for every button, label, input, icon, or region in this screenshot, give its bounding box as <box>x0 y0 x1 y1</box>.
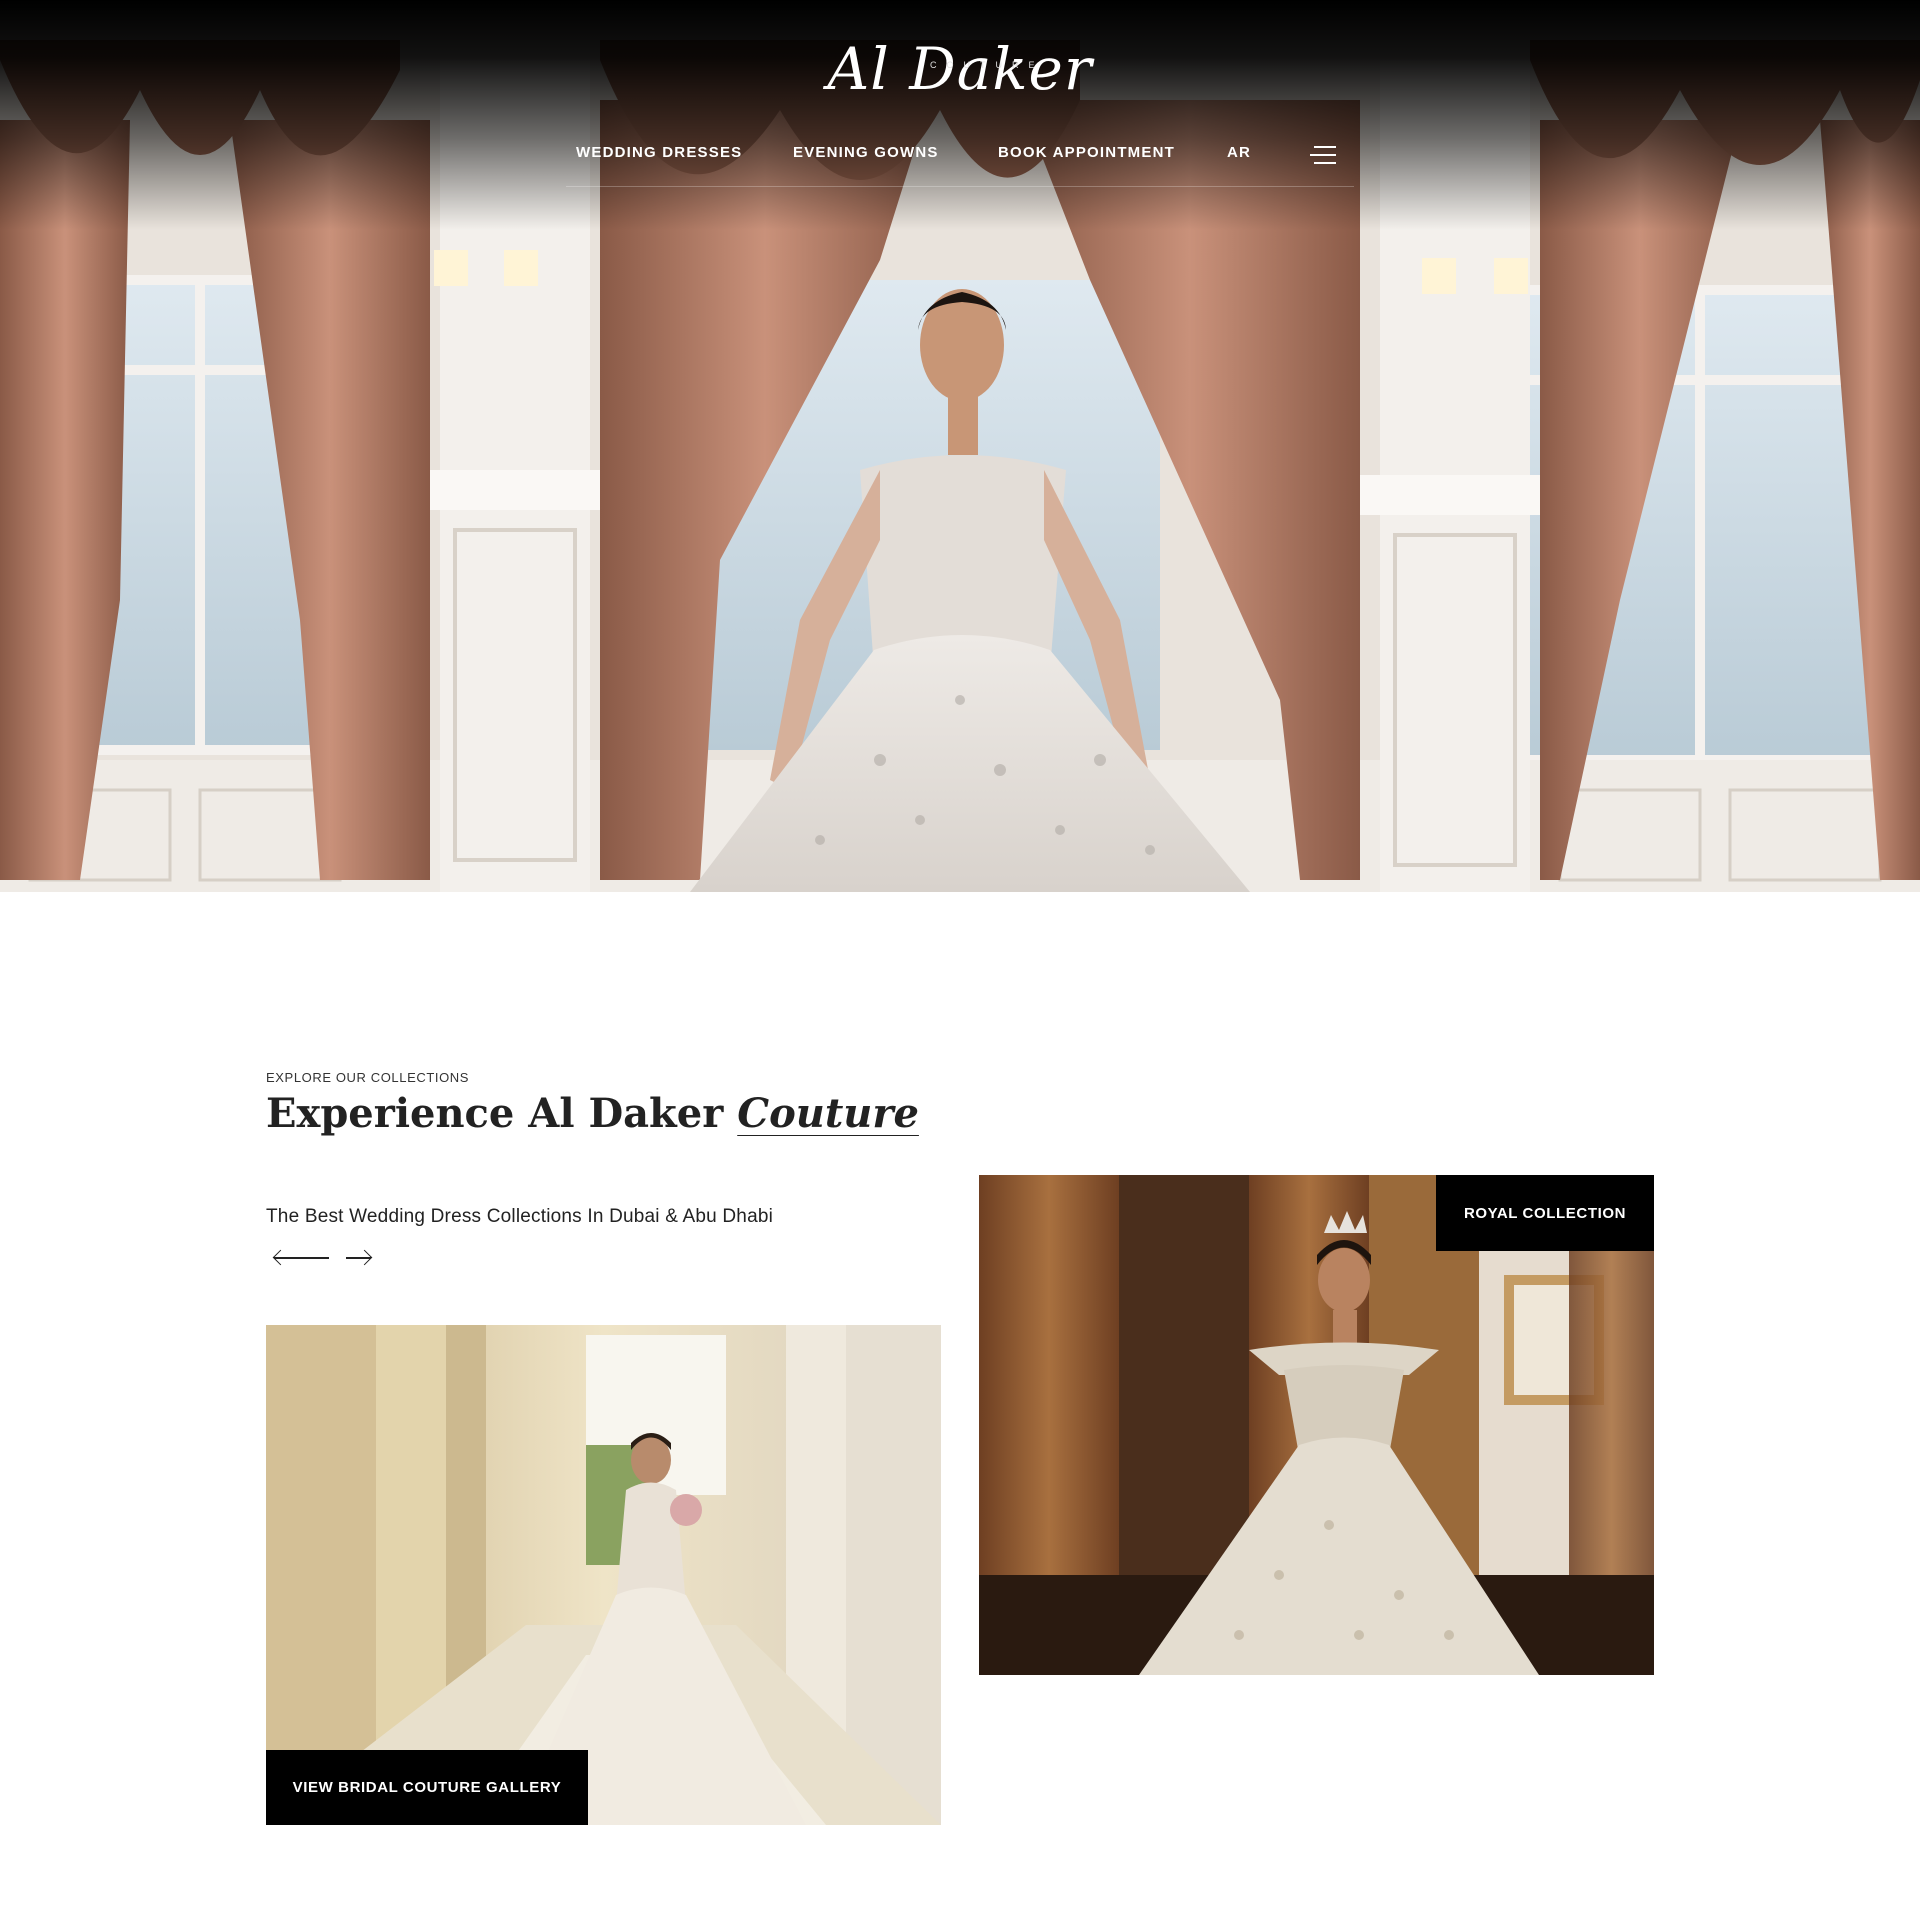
view-bridal-gallery-button[interactable]: VIEW BRIDAL COUTURE GALLERY <box>266 1750 588 1825</box>
collection-card-bridal[interactable]: VIEW BRIDAL COUTURE GALLERY <box>266 1325 941 1825</box>
arrow-left-icon[interactable] <box>272 1248 330 1268</box>
collections-title: Experience Al Daker Couture <box>266 1090 919 1137</box>
nav-book-appointment[interactable]: BOOK APPOINTMENT <box>998 144 1175 161</box>
nav-language-ar[interactable]: AR <box>1227 144 1251 161</box>
logo-subtext: COUTURE <box>930 60 1045 70</box>
nav-wedding-dresses[interactable]: WEDDING DRESSES <box>576 144 742 161</box>
royal-collection-button[interactable]: ROYAL COLLECTION <box>1436 1175 1654 1251</box>
hamburger-menu-icon[interactable] <box>1310 146 1336 166</box>
hero-banner: Al Daker COUTURE WEDDING DRESSES EVENING… <box>0 0 1920 892</box>
nav-evening-gowns[interactable]: EVENING GOWNS <box>793 144 939 161</box>
main-nav: WEDDING DRESSES EVENING GOWNS BOOK APPOI… <box>0 144 1920 164</box>
collections-eyebrow: EXPLORE OUR COLLECTIONS <box>266 1070 470 1085</box>
title-accent: Couture <box>737 1090 919 1137</box>
nav-divider <box>566 186 1354 187</box>
arrow-right-icon[interactable] <box>344 1248 374 1268</box>
title-main: Experience Al Daker <box>266 1090 724 1137</box>
collection-card-royal[interactable]: ROYAL COLLECTION <box>979 1175 1654 1675</box>
collections-subtitle: The Best Wedding Dress Collections In Du… <box>266 1206 774 1227</box>
